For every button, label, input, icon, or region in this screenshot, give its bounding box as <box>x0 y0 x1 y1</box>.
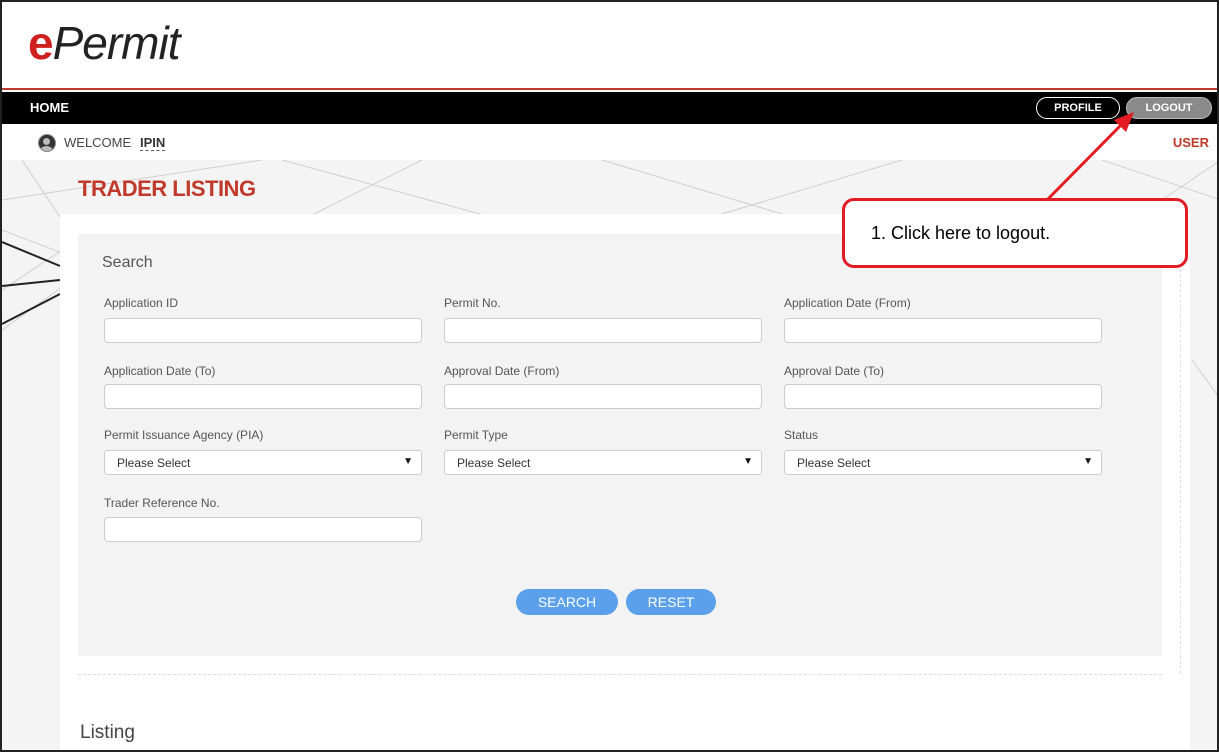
logo-e: e <box>28 17 54 69</box>
approval-date-from-input[interactable] <box>444 384 762 409</box>
card-divider-vertical <box>1180 234 1181 674</box>
dropdown-arrow-icon: ▼ <box>743 456 753 467</box>
application-id-label: Application ID <box>104 296 179 310</box>
search-button[interactable]: SEARCH <box>516 589 618 615</box>
status-select[interactable]: Please Select ▼ <box>784 450 1102 475</box>
permit-no-label: Permit No. <box>444 296 501 310</box>
app-frame: ePermit HOME PROFILE LOGOUT WELCOME IPIN… <box>0 0 1219 752</box>
profile-button[interactable]: PROFILE <box>1036 97 1120 119</box>
listing-heading: Listing <box>80 722 135 743</box>
epermit-logo[interactable]: ePermit <box>28 16 180 70</box>
approval-date-from-label: Approval Date (From) <box>444 364 560 378</box>
permit-type-label: Permit Type <box>444 428 508 442</box>
trader-ref-label: Trader Reference No. <box>104 496 220 510</box>
pia-select[interactable]: Please Select ▼ <box>104 450 422 475</box>
trader-ref-input[interactable] <box>104 517 422 542</box>
welcome-bar: WELCOME IPIN USER <box>2 124 1217 160</box>
callout-text: 1. Click here to logout. <box>871 223 1051 243</box>
section-divider <box>78 674 1162 675</box>
dropdown-arrow-icon: ▼ <box>1083 456 1093 467</box>
status-label: Status <box>784 428 819 442</box>
search-panel <box>78 234 1162 656</box>
reset-button[interactable]: RESET <box>626 589 716 615</box>
logout-button[interactable]: LOGOUT <box>1126 97 1212 119</box>
search-heading: Search <box>102 254 153 271</box>
approval-date-to-label: Approval Date (To) <box>784 364 885 378</box>
permit-type-selected-value: Please Select <box>457 456 531 470</box>
welcome-label: WELCOME <box>64 135 132 150</box>
page-title: TRADER LISTING <box>78 176 256 201</box>
app-date-to-label: Application Date (To) <box>104 364 216 378</box>
header-logo-bar: ePermit <box>2 2 1217 90</box>
status-selected-value: Please Select <box>797 456 871 470</box>
welcome-username[interactable]: IPIN <box>140 135 166 151</box>
user-avatar-icon <box>38 134 56 152</box>
dropdown-arrow-icon: ▼ <box>403 456 413 467</box>
app-date-to-input[interactable] <box>104 384 422 409</box>
main-nav: HOME PROFILE LOGOUT <box>2 92 1217 124</box>
pia-label: Permit Issuance Agency (PIA) <box>104 428 264 442</box>
instruction-callout: 1. Click here to logout. <box>842 198 1188 268</box>
permit-type-select[interactable]: Please Select ▼ <box>444 450 762 475</box>
application-id-input[interactable] <box>104 318 422 343</box>
app-date-from-label: Application Date (From) <box>784 296 911 310</box>
user-menu-link[interactable]: USER <box>1173 135 1209 150</box>
approval-date-to-input[interactable] <box>784 384 1102 409</box>
logo-text: Permit <box>52 17 181 69</box>
app-date-from-input[interactable] <box>784 318 1102 343</box>
pia-selected-value: Please Select <box>117 456 191 470</box>
nav-home-link[interactable]: HOME <box>30 100 69 115</box>
permit-no-input[interactable] <box>444 318 762 343</box>
